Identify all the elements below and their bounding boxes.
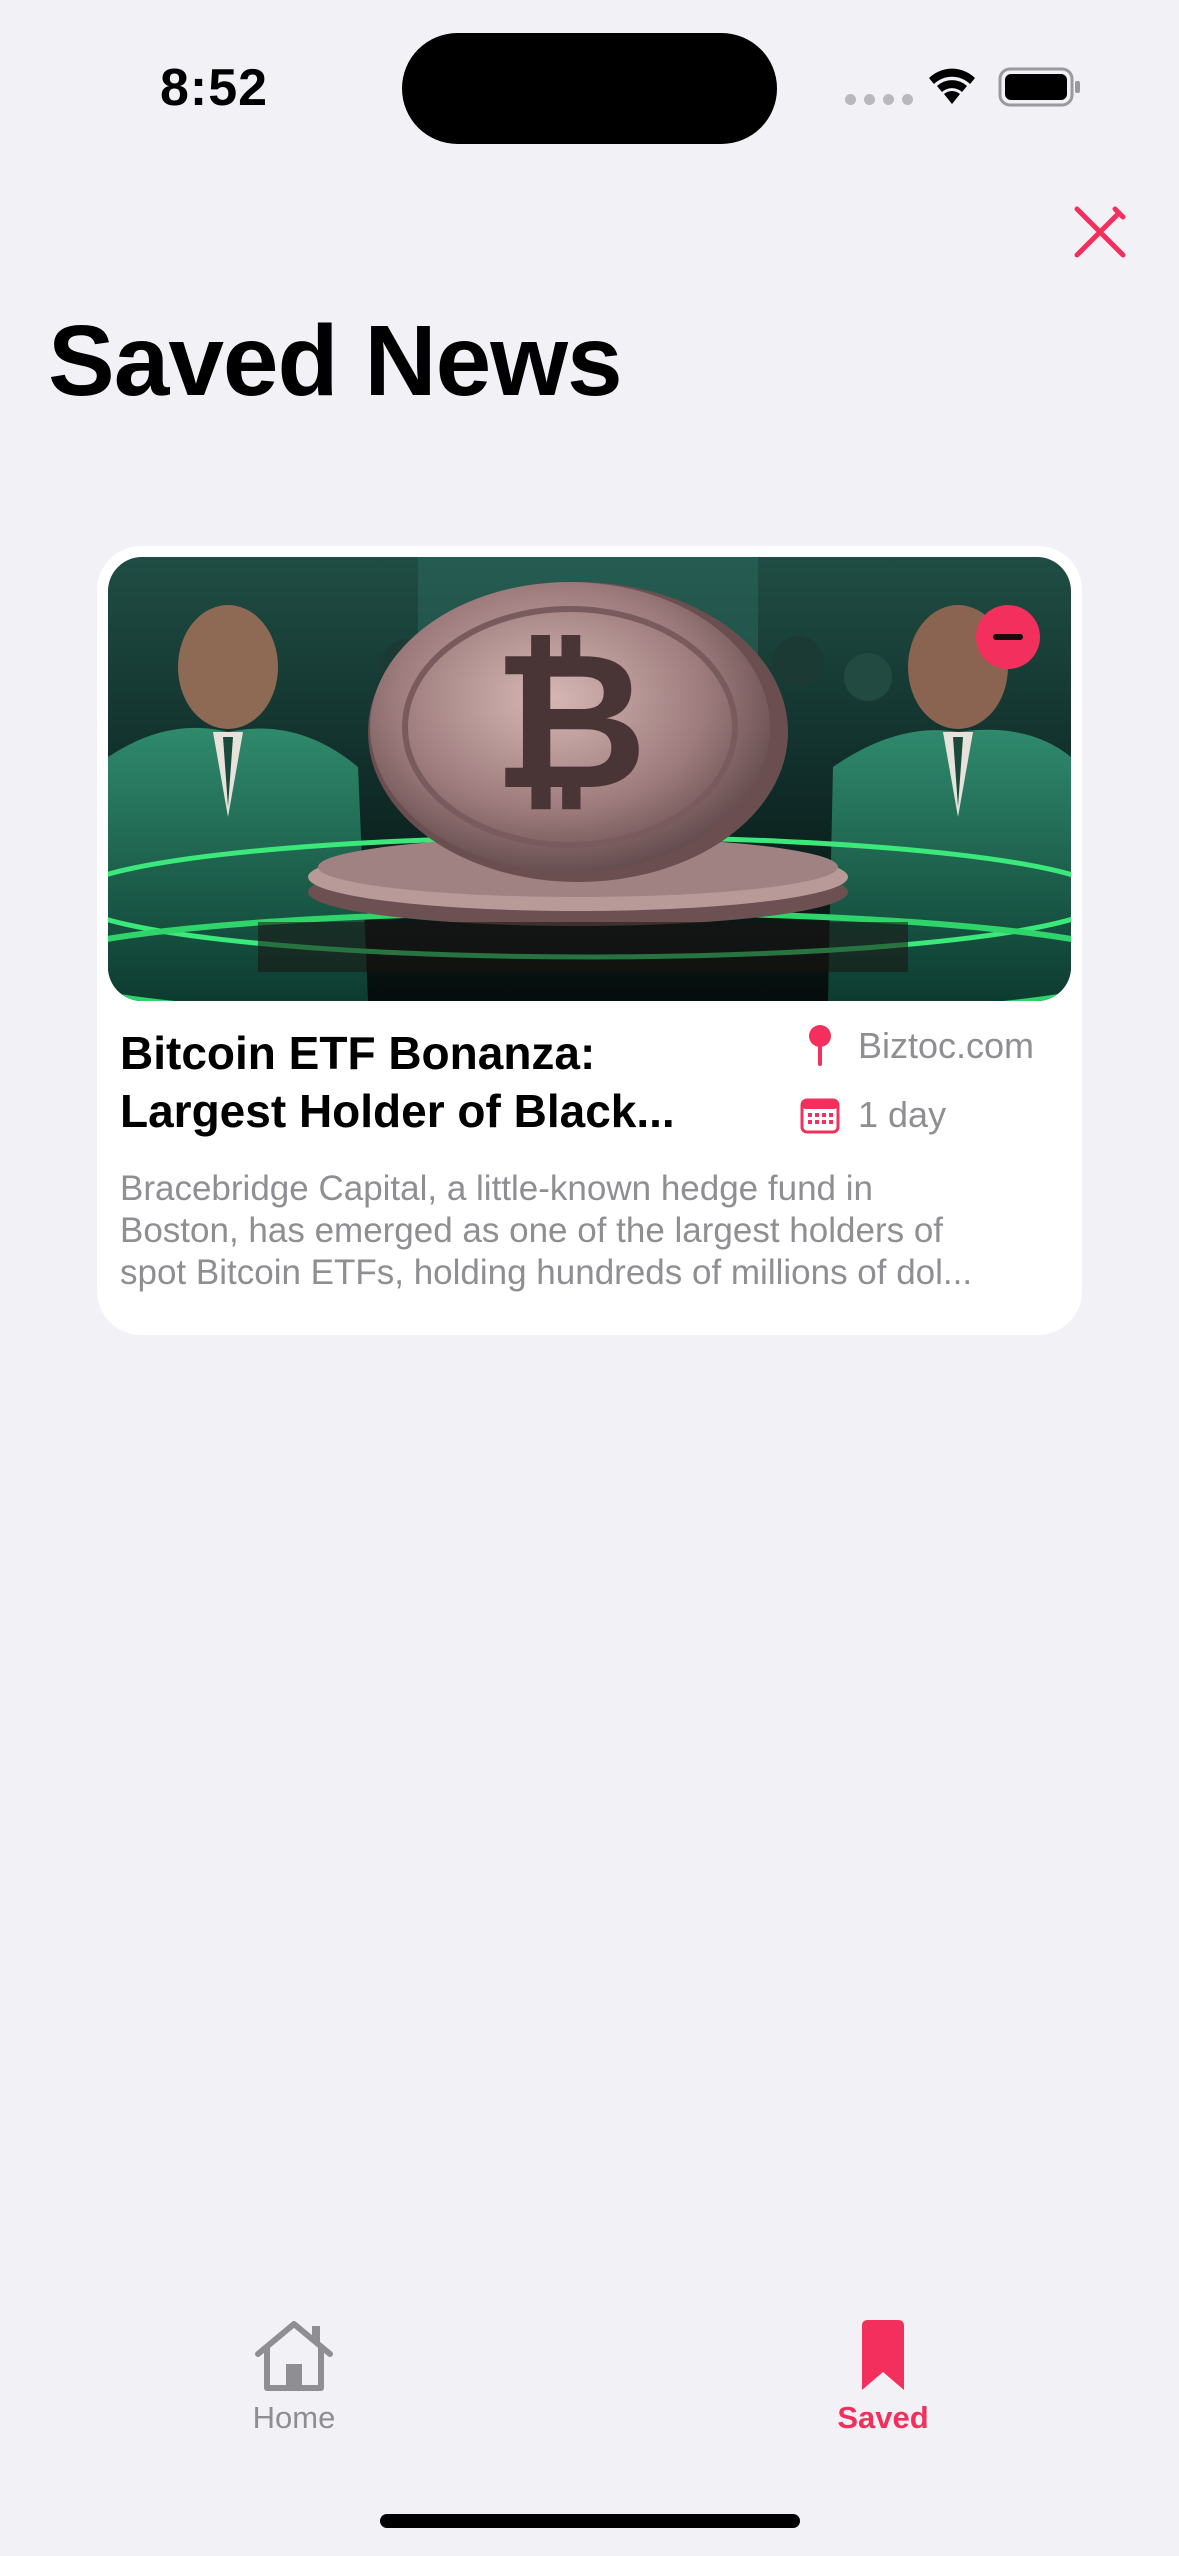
tab-home-label: Home	[252, 2400, 336, 2435]
cellular-signal-icon	[845, 94, 913, 105]
close-icon	[1074, 206, 1126, 258]
article-thumbnail: ₿	[108, 557, 1071, 1001]
dynamic-island	[402, 33, 777, 144]
tab-saved[interactable]: Saved	[763, 2318, 1003, 2436]
pin-icon	[809, 1025, 831, 1066]
close-button[interactable]	[1064, 196, 1136, 268]
article-date: 1 day	[794, 1094, 946, 1136]
bookmark-icon	[862, 2320, 904, 2390]
tab-home[interactable]: Home	[174, 2318, 414, 2436]
article-title: Bitcoin ETF Bonanza: Largest Holder of B…	[120, 1027, 675, 1137]
house-icon	[255, 2321, 333, 2391]
date-label: 1 day	[858, 1094, 947, 1135]
saved-article-card[interactable]: ₿ Bitcoin ETF Bonanza: Largest Holder of…	[97, 546, 1082, 1335]
calendar-icon	[800, 1098, 840, 1134]
svg-text:₿: ₿	[493, 611, 648, 832]
page-title: Saved News	[48, 305, 623, 417]
article-summary: Bracebridge Capital, a little-known hedg…	[120, 1169, 973, 1292]
battery-icon	[998, 67, 1080, 107]
source-label: Biztoc.com	[858, 1025, 1035, 1066]
tab-saved-label: Saved	[837, 2400, 929, 2435]
remove-saved-button[interactable]	[976, 605, 1040, 669]
wifi-icon	[929, 68, 975, 104]
home-indicator	[380, 2514, 800, 2528]
minus-icon	[993, 634, 1023, 640]
status-time: 8:52	[160, 59, 269, 117]
article-source: Biztoc.com	[794, 1024, 1034, 1068]
saved-news-screen: 8:52 Saved News ₿ Bitcoin ETF Bonanza: L…	[0, 0, 1179, 2556]
